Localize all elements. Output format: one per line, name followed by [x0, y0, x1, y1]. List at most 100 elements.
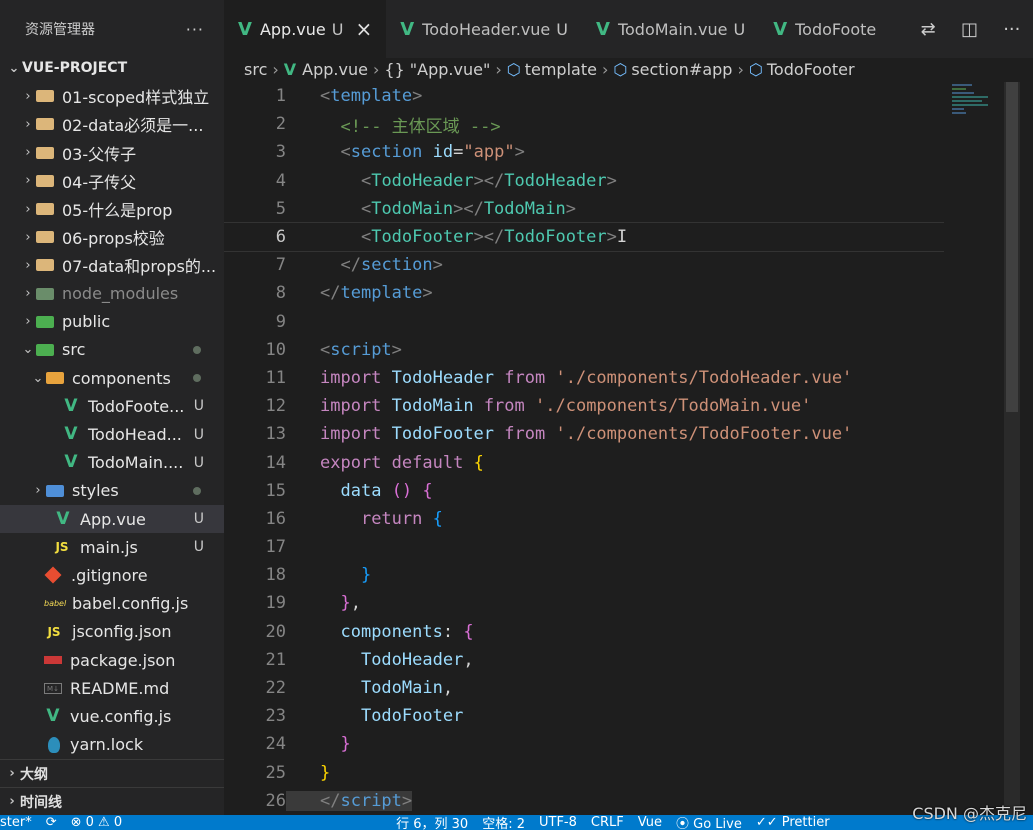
breadcrumb-src[interactable]: src — [244, 60, 267, 79]
line-number: 21 — [265, 649, 286, 670]
sync-icon[interactable]: ⟳ — [46, 815, 57, 830]
editor-edge — [1020, 82, 1033, 815]
tree-item-folder-07[interactable]: › 07-data和props的... — [0, 251, 224, 279]
code-line[interactable]: 8 </template> — [224, 279, 944, 307]
tree-item-node-modules[interactable]: › node_modules — [0, 280, 224, 308]
chevron-right-icon: › — [25, 257, 31, 273]
code-line[interactable]: 18 } — [224, 561, 944, 589]
tree-item-folder-03[interactable]: › 03-父传子 — [0, 139, 224, 167]
line-number: 14 — [265, 452, 286, 473]
breadcrumb-app-vue[interactable]: App.vue — [302, 60, 368, 79]
code-line[interactable]: 17 — [224, 533, 944, 561]
split-editor-icon[interactable]: ◫ — [961, 19, 978, 40]
code-line[interactable]: 9 — [224, 308, 944, 336]
folder-icon — [36, 174, 54, 187]
tree-item-babel-config[interactable]: babel babel.config.js — [0, 590, 224, 618]
untracked-badge: U — [733, 19, 746, 39]
folder-icon — [36, 90, 54, 103]
prettier-status[interactable]: ✓✓ Prettier — [756, 815, 830, 830]
code-editor[interactable]: 1 <template> 2 <!-- 主体区域 --> 3 <section i… — [224, 82, 944, 815]
line-number: 5 — [275, 198, 286, 219]
tree-item-todofooter[interactable]: V TodoFoote... U — [0, 392, 224, 420]
minimap[interactable] — [944, 82, 1004, 815]
scrollbar-thumb[interactable] — [1006, 82, 1018, 412]
code-line[interactable]: 21 TodoHeader, — [224, 646, 944, 674]
tree-item-app-vue[interactable]: V App.vue U — [0, 505, 224, 534]
tree-item-components[interactable]: ⌄ components — [0, 364, 224, 392]
code-line[interactable]: 16 return { — [224, 505, 944, 533]
code-line[interactable]: 3 <section id="app"> — [224, 138, 944, 166]
tree-item-todoheader[interactable]: V TodoHead... U — [0, 420, 224, 448]
close-icon[interactable]: × — [355, 17, 372, 41]
cursor-position[interactable]: 行 6，列 30 — [396, 815, 468, 830]
line-number: 23 — [265, 706, 286, 727]
code-line[interactable]: 5 <TodoMain></TodoMain> — [224, 195, 944, 223]
tree-item-public[interactable]: › public — [0, 308, 224, 336]
language-mode[interactable]: Vue — [638, 815, 662, 830]
code-line[interactable]: 13 import TodoFooter from './components/T… — [224, 420, 944, 448]
tree-item-readme[interactable]: M↓ README.md — [0, 674, 224, 702]
editor-scrollbar[interactable] — [1004, 82, 1020, 815]
tree-item-src[interactable]: ⌄ src — [0, 336, 224, 364]
more-actions-button[interactable]: ··· — [186, 20, 204, 39]
breadcrumb-section[interactable]: section#app — [631, 60, 732, 79]
code-line[interactable]: 10 <script> — [224, 336, 944, 364]
tree-item-folder-06[interactable]: › 06-props校验 — [0, 223, 224, 251]
code-line[interactable]: 19 }, — [224, 589, 944, 617]
tree-item-jsconfig[interactable]: JS jsconfig.json — [0, 618, 224, 646]
tab-todomain-vue[interactable]: V TodoMain.vue U — [582, 0, 759, 58]
code-line[interactable]: 1 <template> — [224, 82, 944, 110]
compare-changes-icon[interactable]: ⇄ — [921, 19, 936, 40]
tree-item-folder-05[interactable]: › 05-什么是prop — [0, 195, 224, 223]
go-live-button[interactable]: ⦿ Go Live — [676, 815, 742, 830]
chevron-right-icon: › — [372, 59, 380, 79]
code-line[interactable]: 26 </script> — [224, 787, 944, 815]
line-number: 20 — [265, 621, 286, 642]
tree-item-yarn-lock[interactable]: yarn.lock — [0, 731, 224, 759]
tree-item-main-js[interactable]: JS main.js U — [0, 533, 224, 561]
modified-dot — [193, 345, 201, 354]
code-line[interactable]: 20 components: { — [224, 618, 944, 646]
tree-item-todomain[interactable]: V TodoMain.... U — [0, 449, 224, 477]
more-actions-icon[interactable]: ··· — [1003, 19, 1020, 40]
outline-section[interactable]: › 大纲 — [0, 759, 224, 787]
tree-item-folder-04[interactable]: › 04-子传父 — [0, 167, 224, 195]
code-line-current[interactable]: 6 <TodoFooter></TodoFooter>I — [224, 221, 944, 253]
code-line[interactable]: 2 <!-- 主体区域 --> — [224, 110, 944, 138]
code-line[interactable]: 14 export default { — [224, 448, 944, 476]
tab-todoheader-vue[interactable]: V TodoHeader.vue U — [386, 0, 582, 58]
project-root[interactable]: ⌄ VUE-PROJECT — [0, 54, 224, 82]
tree-item-package-json[interactable]: package.json — [0, 646, 224, 674]
indentation[interactable]: 空格: 2 — [482, 815, 525, 830]
problems-indicator[interactable]: ⊗ 0 ⚠ 0 — [71, 815, 123, 830]
tree-item-folder-02[interactable]: › 02-data必须是一... — [0, 110, 224, 138]
encoding[interactable]: UTF-8 — [539, 815, 577, 830]
code-line[interactable]: 11 import TodoHeader from './components/T… — [224, 364, 944, 392]
folder-icon — [36, 231, 54, 244]
timeline-section[interactable]: › 时间线 — [0, 787, 224, 815]
tab-app-vue[interactable]: V App.vue U × — [224, 0, 387, 58]
tree-item-folder-01[interactable]: › 01-scoped样式独立 — [0, 82, 224, 110]
vue-file-icon: V — [773, 18, 788, 40]
explorer-header: 资源管理器 ··· — [0, 0, 224, 58]
code-line[interactable]: 15 data () { — [224, 477, 944, 505]
breadcrumb-module[interactable]: {} "App.vue" — [384, 60, 490, 79]
git-branch[interactable]: ster* — [0, 815, 32, 830]
end-of-line[interactable]: CRLF — [591, 815, 624, 830]
line-number: 15 — [265, 480, 286, 501]
chevron-right-icon: › — [25, 116, 31, 132]
code-line[interactable]: 7 </section> — [224, 251, 944, 279]
tree-item-gitignore[interactable]: .gitignore — [0, 561, 224, 589]
code-line[interactable]: 23 TodoFooter — [224, 702, 944, 730]
tree-item-styles[interactable]: › styles — [0, 477, 224, 505]
breadcrumb-template[interactable]: template — [525, 60, 597, 79]
code-line[interactable]: 25} — [224, 759, 944, 787]
tab-todofooter-vue[interactable]: V TodoFoote — [759, 0, 890, 58]
code-line[interactable]: 12 import TodoMain from './components/Tod… — [224, 392, 944, 420]
code-line[interactable]: 24 } — [224, 730, 944, 758]
code-line[interactable]: 22 TodoMain, — [224, 674, 944, 702]
code-line[interactable]: 4 <TodoHeader></TodoHeader> — [224, 167, 944, 195]
breadcrumb-todofooter[interactable]: TodoFooter — [767, 60, 855, 79]
tree-item-vue-config[interactable]: Vvue.config.js — [0, 702, 224, 730]
chevron-right-icon: › — [601, 59, 609, 79]
